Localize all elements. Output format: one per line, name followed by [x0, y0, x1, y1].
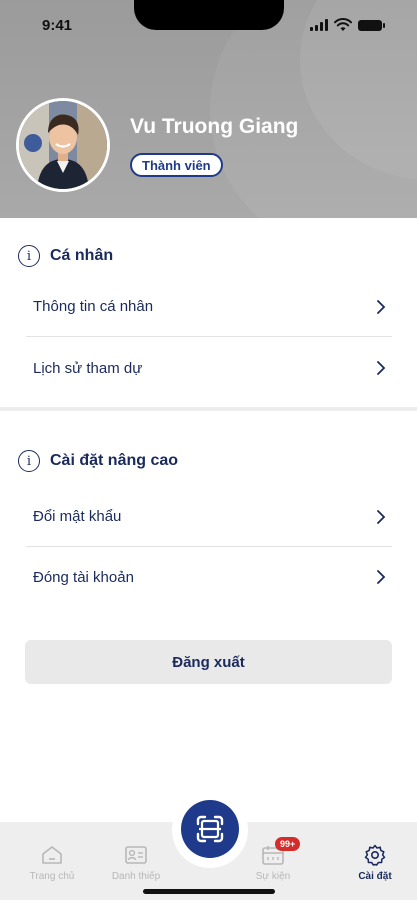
status-time: 9:41	[42, 17, 73, 34]
menu-item-label: Đổi mật khẩu	[33, 508, 122, 525]
battery-icon	[358, 19, 385, 31]
scan-button[interactable]	[181, 800, 239, 858]
tab-settings[interactable]: Cài đặt	[340, 844, 410, 882]
tab-label: Cài đặt	[358, 871, 392, 882]
logout-button[interactable]: Đăng xuất	[25, 640, 392, 684]
chevron-right-icon	[377, 509, 386, 524]
gear-icon	[364, 844, 386, 866]
menu-item-change-password[interactable]: Đổi mật khẩu	[26, 487, 392, 547]
menu-item-attendance-history[interactable]: Lịch sử tham dự	[26, 338, 392, 398]
menu-item-label: Lịch sử tham dự	[33, 359, 143, 377]
info-icon: i	[18, 245, 40, 267]
events-count-badge: 99+	[275, 837, 301, 851]
chevron-right-icon	[377, 361, 386, 375]
home-indicator	[143, 889, 275, 894]
menu-item-label: Thông tin cá nhân	[33, 298, 154, 315]
avatar[interactable]	[16, 98, 110, 192]
tab-label: Trang chủ	[29, 871, 75, 882]
info-icon: i	[18, 450, 40, 472]
wifi-icon	[334, 18, 352, 31]
signal-icon	[310, 19, 328, 31]
tab-label: Sự kiện	[255, 871, 291, 882]
tab-events[interactable]: Sự kiện	[238, 844, 308, 882]
section-advanced-title: i Cài đặt nâng cao	[18, 450, 178, 472]
home-icon	[41, 844, 63, 866]
menu-item-label: Đóng tài khoản	[33, 568, 134, 586]
chevron-right-icon	[377, 570, 386, 584]
tab-label: Danh thiếp	[111, 871, 161, 882]
tab-home[interactable]: Trang chủ	[17, 844, 87, 882]
menu-item-close-account[interactable]: Đóng tài khoản	[26, 547, 392, 607]
status-icons	[310, 18, 385, 32]
tab-business-card[interactable]: Danh thiếp	[101, 844, 171, 882]
section-title-label: Cài đặt nâng cao	[50, 452, 179, 469]
scan-icon	[196, 815, 224, 843]
section-title-label: Cá nhân	[50, 247, 114, 264]
chevron-right-icon	[377, 299, 386, 314]
member-badge: Thành viên	[130, 153, 223, 177]
device-notch	[134, 0, 284, 30]
user-name: Vu Truong Giang	[130, 115, 299, 138]
avatar-photo	[19, 101, 107, 189]
id-card-icon	[125, 844, 147, 866]
menu-item-personal-info[interactable]: Thông tin cá nhân	[26, 277, 392, 337]
section-divider	[0, 407, 417, 411]
section-personal-title: i Cá nhân	[18, 245, 113, 267]
